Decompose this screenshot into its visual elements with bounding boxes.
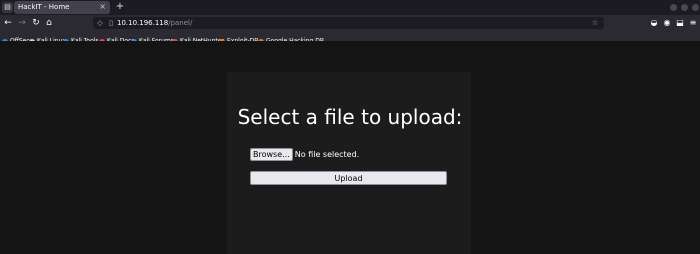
- close-window-button[interactable]: [692, 4, 699, 11]
- browser-tab[interactable]: HackIT - Home ×: [14, 1, 110, 14]
- extensions-icon[interactable]: ⬓: [674, 17, 686, 29]
- navigation-bar: ← → ↻ ⌂ ◇ ▯ 10.10.196.118/panel/ ☆ ◒ ◉ ⬓…: [0, 15, 700, 31]
- files-icon[interactable]: ▤: [2, 2, 13, 13]
- browser-window: ▤ HackIT - Home × + ← → ↻ ⌂ ◇ ▯ 10.10.19…: [0, 0, 700, 254]
- forward-button[interactable]: →: [16, 17, 28, 29]
- page-info-icon[interactable]: ▯: [106, 18, 116, 28]
- reload-button[interactable]: ↻: [30, 17, 42, 29]
- file-status: No file selected.: [294, 149, 360, 159]
- tab-strip: ▤ HackIT - Home × +: [0, 0, 700, 15]
- menu-icon[interactable]: ≡: [687, 17, 699, 29]
- bookmark-kali-tools[interactable]: Kali Tools: [63, 31, 99, 45]
- bookmark-kali-forums[interactable]: Kali Forums: [131, 31, 174, 45]
- file-input[interactable]: Browse... No file selected.: [250, 144, 359, 161]
- bookmark-kali-linux[interactable]: Kali Linux: [29, 31, 66, 45]
- bookmarks-toolbar: OffSec Kali Linux Kali Tools Kali Docs K…: [0, 31, 700, 45]
- browse-button[interactable]: Browse...: [250, 148, 293, 161]
- close-icon[interactable]: ×: [99, 2, 106, 12]
- bookmark-exploit-db[interactable]: Exploit-DB: [219, 31, 258, 45]
- shield-icon[interactable]: ◇: [95, 18, 105, 28]
- pocket-icon[interactable]: ◒: [648, 17, 660, 29]
- home-button[interactable]: ⌂: [43, 17, 55, 29]
- bookmark-kali-nethunter[interactable]: Kali NetHunter: [172, 31, 224, 45]
- minimize-button[interactable]: [670, 4, 677, 11]
- upload-panel: [227, 72, 471, 254]
- tab-title: HackIT - Home: [18, 3, 70, 11]
- bookmark-kali-docs[interactable]: Kali Docs: [99, 31, 134, 45]
- new-tab-button[interactable]: +: [114, 1, 126, 13]
- url-host: 10.10.196.118: [117, 19, 169, 27]
- bookmark-offsec[interactable]: OffSec: [2, 31, 30, 45]
- page-heading: Select a file to upload:: [237, 105, 463, 129]
- url-text[interactable]: 10.10.196.118/panel/: [117, 18, 192, 28]
- bookmark-google-hacking-db[interactable]: Google Hacking DB: [258, 31, 324, 45]
- maximize-button[interactable]: [681, 4, 688, 11]
- url-bar[interactable]: ◇ ▯ 10.10.196.118/panel/ ☆: [93, 17, 604, 29]
- upload-button[interactable]: Upload: [250, 171, 447, 185]
- back-button[interactable]: ←: [2, 17, 14, 29]
- bookmark-star-icon[interactable]: ☆: [590, 18, 600, 28]
- url-path: /panel/: [168, 19, 193, 27]
- account-icon[interactable]: ◉: [661, 17, 673, 29]
